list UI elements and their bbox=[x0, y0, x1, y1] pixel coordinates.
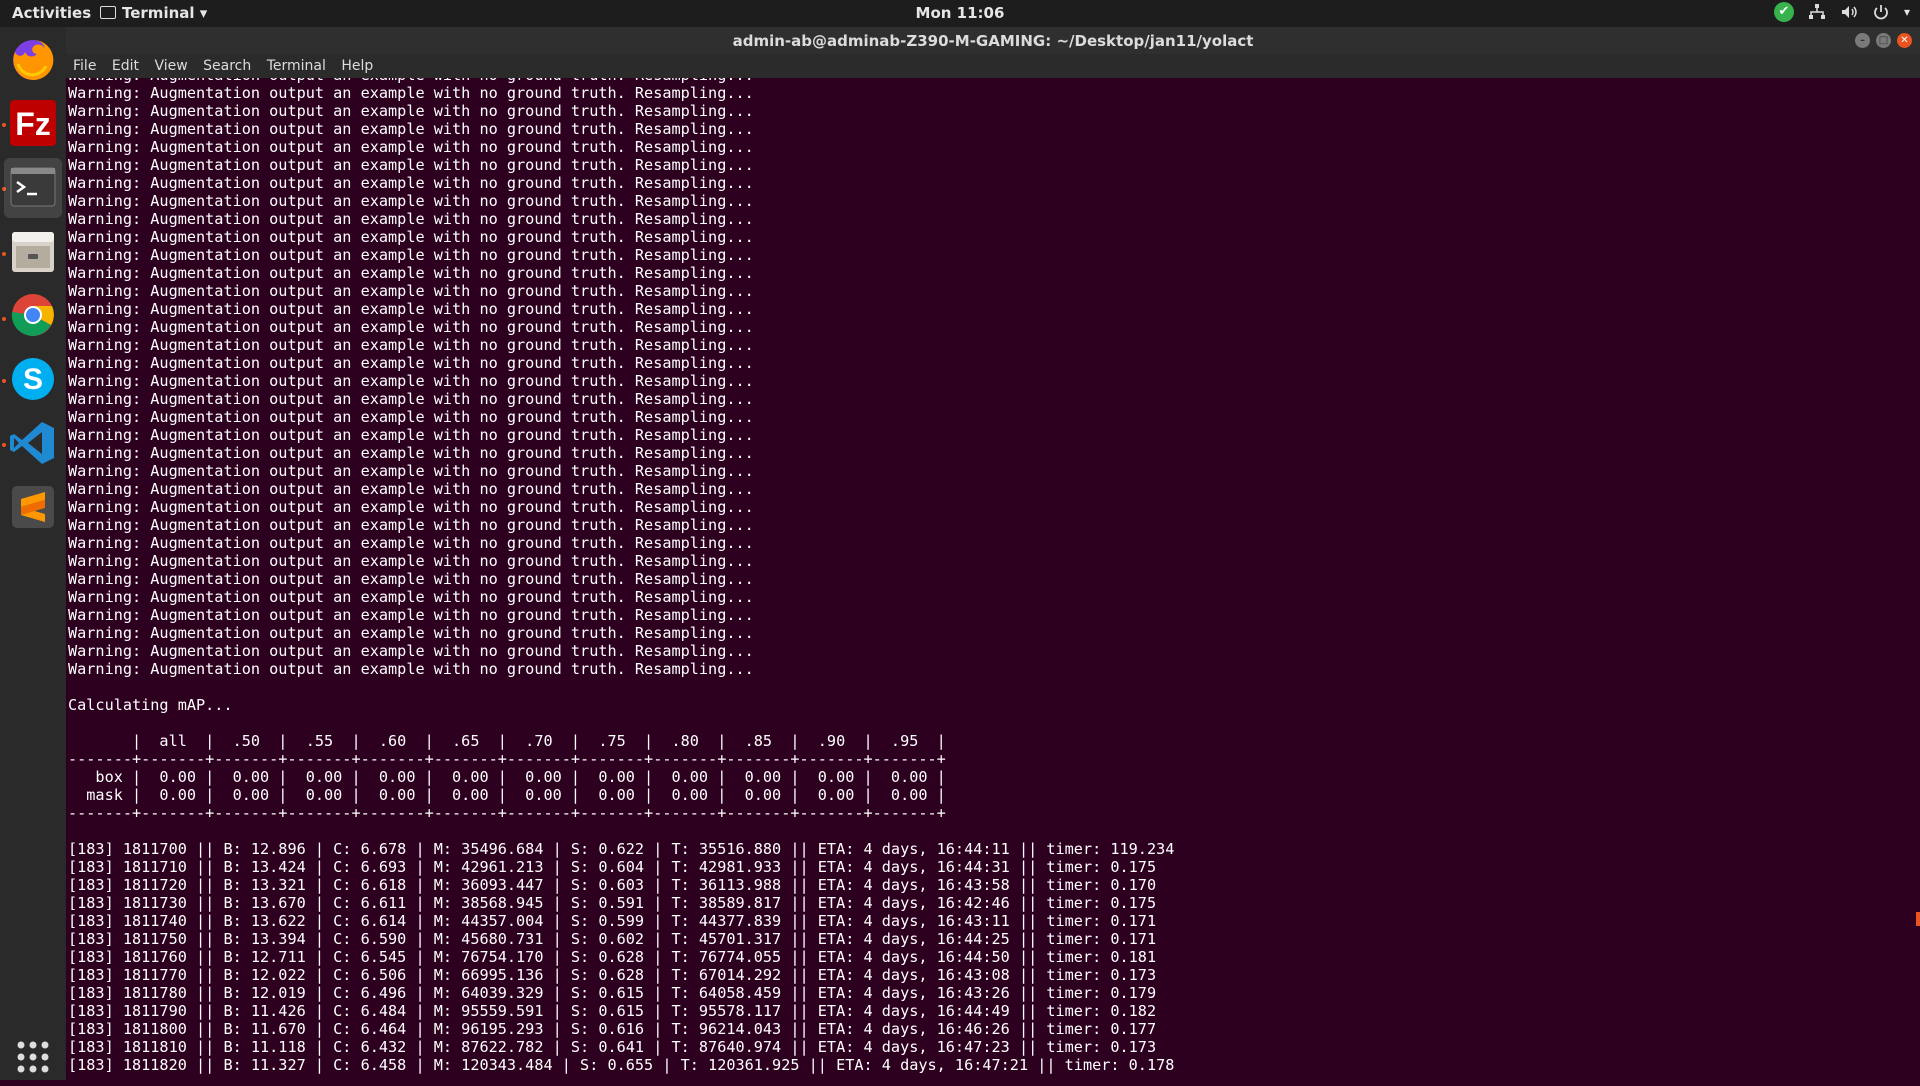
map-table-row: mask | 0.00 | 0.00 | 0.00 | 0.00 | 0.00 … bbox=[68, 786, 946, 804]
warning-line: Warning: Augmentation output an example … bbox=[68, 642, 754, 660]
warning-line: Warning: Augmentation output an example … bbox=[68, 246, 754, 264]
warning-line: Warning: Augmentation output an example … bbox=[68, 660, 754, 678]
window-title: admin-ab@adminab-Z390-M-GAMING: ~/Deskto… bbox=[732, 32, 1254, 50]
training-log-line: [183] 1811810 || B: 11.118 | C: 6.432 | … bbox=[68, 1038, 1157, 1056]
warning-line: Warning: Augmentation output an example … bbox=[68, 372, 754, 390]
terminal-text: Warning: Augmentation output an example … bbox=[68, 78, 1174, 1074]
vscode-icon[interactable] bbox=[8, 418, 58, 468]
map-table-separator: -------+-------+-------+-------+-------+… bbox=[68, 804, 946, 822]
caret-down-icon: ▾ bbox=[199, 4, 208, 22]
warning-line: Warning: Augmentation output an example … bbox=[68, 192, 754, 210]
app-menu[interactable]: Terminal ▾ bbox=[100, 4, 207, 22]
running-indicator bbox=[2, 443, 6, 447]
training-log-line: [183] 1811820 || B: 11.327 | C: 6.458 | … bbox=[68, 1056, 1175, 1074]
warning-line: Warning: Augmentation output an example … bbox=[68, 84, 754, 102]
training-log-line: [183] 1811760 || B: 12.711 | C: 6.545 | … bbox=[68, 948, 1157, 966]
update-check-icon[interactable]: ✔ bbox=[1773, 2, 1794, 22]
maximize-button[interactable]: □ bbox=[1876, 33, 1891, 48]
clock[interactable]: Mon 11:06 bbox=[0, 4, 1920, 22]
terminal-output[interactable]: Warning: Augmentation output an example … bbox=[66, 78, 1920, 1080]
warning-line: Warning: Augmentation output an example … bbox=[68, 174, 754, 192]
running-indicator bbox=[2, 123, 6, 127]
training-log-line: [183] 1811730 || B: 13.670 | C: 6.611 | … bbox=[68, 894, 1157, 912]
menu-search[interactable]: Search bbox=[203, 58, 251, 74]
menu-edit[interactable]: Edit bbox=[112, 58, 139, 74]
scrollbar-indicator[interactable] bbox=[1916, 912, 1920, 926]
warning-line: Warning: Augmentation output an example … bbox=[68, 426, 754, 444]
menu-file[interactable]: File bbox=[73, 58, 96, 74]
close-button[interactable]: ✕ bbox=[1897, 33, 1912, 48]
warning-line: Warning: Augmentation output an example … bbox=[68, 606, 754, 624]
terminal-icon[interactable] bbox=[4, 158, 62, 218]
warning-line: Warning: Augmentation output an example … bbox=[68, 498, 754, 516]
minimize-button[interactable]: – bbox=[1855, 33, 1870, 48]
training-log-line: [183] 1811780 || B: 12.019 | C: 6.496 | … bbox=[68, 984, 1157, 1002]
chrome-icon[interactable] bbox=[8, 290, 58, 340]
power-icon[interactable] bbox=[1872, 3, 1890, 21]
warning-line: Warning: Augmentation output an example … bbox=[68, 210, 754, 228]
training-log-line: [183] 1811750 || B: 13.394 | C: 6.590 | … bbox=[68, 930, 1157, 948]
dock: Fz S bbox=[0, 27, 66, 1080]
map-table-separator: -------+-------+-------+-------+-------+… bbox=[68, 750, 946, 768]
warning-line: Warning: Augmentation output an example … bbox=[68, 264, 754, 282]
warning-line: Warning: Augmentation output an example … bbox=[68, 588, 754, 606]
top-bar: Activities Terminal ▾ Mon 11:06 ✔ ▾ bbox=[0, 0, 1920, 27]
menu-terminal[interactable]: Terminal bbox=[267, 58, 326, 74]
menu-help[interactable]: Help bbox=[341, 58, 373, 74]
training-log-line: [183] 1811740 || B: 13.622 | C: 6.614 | … bbox=[68, 912, 1157, 930]
warning-line: Warning: Augmentation output an example … bbox=[68, 300, 754, 318]
menu-view[interactable]: View bbox=[154, 58, 187, 74]
menu-bar: File Edit View Search Terminal Help bbox=[66, 54, 1920, 78]
warning-line: Warning: Augmentation output an example … bbox=[68, 102, 754, 120]
warning-line: Warning: Augmentation output an example … bbox=[68, 462, 754, 480]
warning-line: Warning: Augmentation output an example … bbox=[68, 516, 754, 534]
window-controls: – □ ✕ bbox=[1855, 33, 1912, 48]
terminal-small-icon bbox=[100, 6, 116, 19]
svg-text:S: S bbox=[23, 363, 43, 396]
warning-line: Warning: Augmentation output an example … bbox=[68, 318, 754, 336]
running-indicator bbox=[2, 252, 6, 256]
app-menu-label: Terminal bbox=[122, 4, 195, 22]
warning-line: Warning: Augmentation output an example … bbox=[68, 444, 754, 462]
warning-line: Warning: Augmentation output an example … bbox=[68, 534, 754, 552]
svg-text:Fz: Fz bbox=[15, 106, 51, 142]
map-table-header: | all | .50 | .55 | .60 | .65 | .70 | .7… bbox=[68, 732, 946, 750]
warning-line: Warning: Augmentation output an example … bbox=[68, 228, 754, 246]
show-apps-icon[interactable] bbox=[8, 1032, 58, 1082]
tray-caret-icon[interactable]: ▾ bbox=[1904, 5, 1910, 19]
training-log-line: [183] 1811710 || B: 13.424 | C: 6.693 | … bbox=[68, 858, 1157, 876]
training-log-line: [183] 1811790 || B: 11.426 | C: 6.484 | … bbox=[68, 1002, 1157, 1020]
warning-line: Warning: Augmentation output an example … bbox=[68, 120, 754, 138]
skype-icon[interactable]: S bbox=[8, 354, 58, 404]
warning-line: Warning: Augmentation output an example … bbox=[68, 570, 754, 588]
warning-line: Warning: Augmentation output an example … bbox=[68, 354, 754, 372]
activities-button[interactable]: Activities bbox=[12, 4, 91, 22]
warning-line: Warning: Augmentation output an example … bbox=[68, 390, 754, 408]
warning-line: Warning: Augmentation output an example … bbox=[68, 282, 754, 300]
volume-icon[interactable] bbox=[1840, 3, 1858, 21]
warning-line: Warning: Augmentation output an example … bbox=[68, 336, 754, 354]
training-log-line: [183] 1811700 || B: 12.896 | C: 6.678 | … bbox=[68, 840, 1175, 858]
training-log-line: [183] 1811800 || B: 11.670 | C: 6.464 | … bbox=[68, 1020, 1157, 1038]
files-icon[interactable] bbox=[8, 226, 58, 276]
running-indicator bbox=[2, 317, 6, 321]
filezilla-icon[interactable]: Fz bbox=[8, 98, 58, 148]
training-log-line: [183] 1811770 || B: 12.022 | C: 6.506 | … bbox=[68, 966, 1157, 984]
calculating-map-line: Calculating mAP... bbox=[68, 696, 233, 714]
firefox-icon[interactable] bbox=[8, 34, 58, 84]
network-icon[interactable] bbox=[1808, 3, 1826, 21]
warning-line: Warning: Augmentation output an example … bbox=[68, 138, 754, 156]
warning-line: Warning: Augmentation output an example … bbox=[68, 552, 754, 570]
warning-line: Warning: Augmentation output an example … bbox=[68, 408, 754, 426]
sublime-text-icon[interactable] bbox=[8, 482, 58, 532]
warning-line: Warning: Augmentation output an example … bbox=[68, 156, 754, 174]
map-table-row: box | 0.00 | 0.00 | 0.00 | 0.00 | 0.00 |… bbox=[68, 768, 946, 786]
window-titlebar[interactable]: admin-ab@adminab-Z390-M-GAMING: ~/Deskto… bbox=[66, 27, 1920, 54]
system-tray[interactable]: ✔ ▾ bbox=[1773, 2, 1910, 22]
warning-line: Warning: Augmentation output an example … bbox=[68, 480, 754, 498]
training-log-line: [183] 1811720 || B: 13.321 | C: 6.618 | … bbox=[68, 876, 1157, 894]
warning-line: Warning: Augmentation output an example … bbox=[68, 624, 754, 642]
running-indicator bbox=[2, 379, 6, 383]
